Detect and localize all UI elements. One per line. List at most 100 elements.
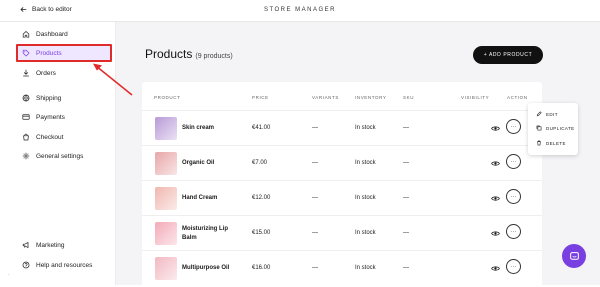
sidebar-item-checkout[interactable]: Checkout [22,133,63,141]
table-row[interactable]: Skin cream €41.00 — In stock — ··· [142,110,542,145]
product-sku: — [403,125,409,131]
chat-icon [569,251,579,260]
product-inventory: In stock [355,125,376,131]
row-action-button[interactable]: ··· [506,224,521,239]
product-name[interactable]: Hand Cream [182,194,234,203]
corner-mark: · [8,272,10,278]
sidebar-item-label: Help and resources [36,261,93,269]
menu-item-duplicate[interactable]: DUPLICATE [536,125,575,131]
product-thumbnail [155,152,177,175]
menu-item-delete[interactable]: DELETE [536,140,566,146]
product-count: (9 products) [195,53,233,60]
menu-item-label: DELETE [546,140,566,146]
main-content: Products (9 products) + ADD PRODUCT PROD… [93,22,600,287]
sidebar-item-label: Marketing [36,241,65,249]
product-variants: — [312,230,318,236]
sidebar-item-general-settings[interactable]: General settings [22,152,83,160]
product-variants: — [312,160,318,166]
sidebar-item-marketing[interactable]: Marketing [22,241,65,249]
download-icon [23,69,29,77]
table-row[interactable]: Organic Oil €7.00 — In stock — ··· [142,145,542,180]
help-icon [22,261,30,269]
product-thumbnail [155,117,177,140]
products-table: PRODUCT PRICE VARIANTS INVENTORY SKU VIS… [142,82,542,287]
sidebar-item-label: General settings [36,152,84,160]
product-price: €16.00 [252,265,271,271]
row-action-button[interactable]: ··· [506,154,521,169]
table-row[interactable]: Moisturizing Lip Balm €15.00 — In stock — ··· [142,215,542,250]
megaphone-icon [22,241,29,249]
row-action-button[interactable]: ··· [506,189,521,204]
table-row[interactable]: Multipurpose Oil €16.00 — In stock — ··· [142,250,542,285]
sidebar-item-shipping[interactable]: Shipping [22,94,61,102]
sidebar-item-label: Orders [36,69,56,77]
sidebar-item-payments[interactable]: Payments [22,113,65,121]
product-price: €41.00 [252,125,271,131]
trash-icon [537,140,541,146]
annotation-arrow [93,63,133,96]
product-thumbnail [155,187,177,210]
tag-icon [22,49,30,57]
globe-icon [22,94,30,102]
menu-item-label: EDIT [546,111,558,117]
product-sku: — [403,265,409,271]
table-row[interactable]: Hand Cream €12.00 — In stock — ··· [142,180,542,215]
bag-icon [23,133,29,141]
sidebar-item-orders[interactable]: Orders [22,69,56,77]
column-header-price: PRICE [252,95,269,100]
sidebar-item-products[interactable]: Products [22,49,62,57]
gear-icon [22,152,30,160]
page-title-text: Products [145,47,193,61]
sidebar-item-label: Shipping [36,94,62,102]
add-product-button[interactable]: + ADD PRODUCT [473,46,543,64]
menu-item-edit[interactable]: EDIT [536,111,558,117]
product-name[interactable]: Moisturizing Lip Balm [182,225,234,243]
product-name[interactable]: Skin cream [182,124,234,133]
sidebar-item-label: Checkout [36,133,64,141]
column-header-product: PRODUCT [154,95,181,100]
visibility-eye-icon[interactable] [491,265,500,272]
chat-support-button[interactable] [562,244,586,268]
product-price: €7.00 [252,160,268,166]
visibility-eye-icon[interactable] [491,195,500,202]
product-thumbnail [155,257,177,280]
top-bar: Back to editor STORE MANAGER [0,0,600,22]
product-variants: — [312,195,318,201]
product-variants: — [312,125,318,131]
product-thumbnail [155,222,177,245]
visibility-eye-icon[interactable] [491,160,500,167]
column-header-visibility: VISIBILITY [461,95,490,100]
card-icon [22,114,30,120]
sidebar-item-dashboard[interactable]: Dashboard [22,30,68,38]
product-inventory: In stock [355,230,376,236]
product-inventory: In stock [355,160,376,166]
product-sku: — [403,230,409,236]
row-action-menu: EDIT DUPLICATE DELETE [528,103,578,155]
menu-item-label: DUPLICATE [546,125,575,131]
sidebar-item-help-and-resources[interactable]: Help and resources [22,261,92,269]
column-header-action: ACTION [507,95,528,100]
product-variants: — [312,265,318,271]
product-inventory: In stock [355,265,376,271]
row-action-button[interactable]: ··· [506,119,521,134]
copy-icon [536,125,542,131]
column-header-inventory: INVENTORY [355,95,387,100]
product-name[interactable]: Organic Oil [182,159,234,168]
product-price: €15.00 [252,230,271,236]
row-action-button[interactable]: ··· [506,259,521,274]
sidebar-item-label: Dashboard [36,30,68,38]
product-sku: — [403,195,409,201]
pencil-icon [536,111,542,117]
sidebar-item-label: Products [36,49,62,57]
home-icon [22,30,30,38]
product-name[interactable]: Multipurpose Oil [182,264,234,273]
column-header-sku: SKU [403,95,415,100]
product-inventory: In stock [355,195,376,201]
product-sku: — [403,160,409,166]
column-header-variants: VARIANTS [312,95,339,100]
page-header-title: STORE MANAGER [263,7,337,13]
sidebar-item-label: Payments [36,113,65,121]
product-price: €12.00 [252,195,271,201]
visibility-eye-icon[interactable] [491,230,500,237]
visibility-eye-icon[interactable] [491,125,500,132]
